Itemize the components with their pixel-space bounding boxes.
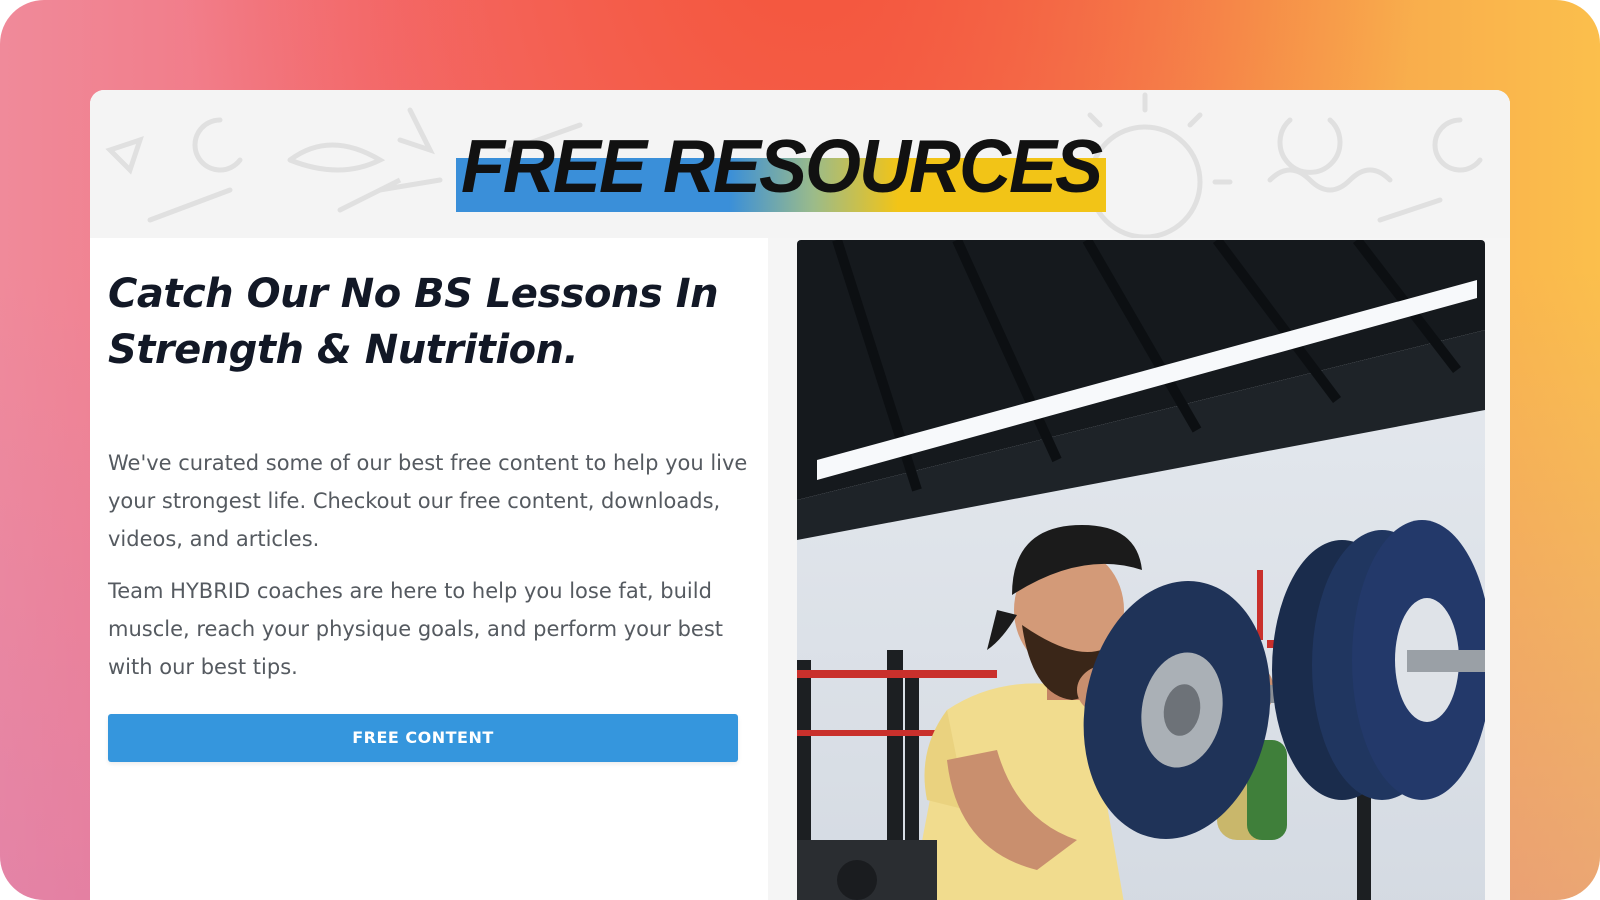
headline: Catch Our No BS Lessons In Strength & Nu… — [108, 271, 719, 373]
free-content-button[interactable]: FREE CONTENT — [108, 714, 738, 762]
athlete-photo — [797, 240, 1485, 900]
content-card: FREE RESOURCES Catch Our No BS Lessons I… — [90, 90, 1510, 900]
title-wrap: FREE RESOURCES — [456, 122, 1106, 212]
banner: FREE RESOURCES — [90, 90, 1510, 238]
intro-paragraph: We've curated some of our best free cont… — [108, 451, 748, 551]
intro-column: Catch Our No BS Lessons In Strength & Nu… — [108, 266, 748, 762]
page-title: FREE RESOURCES — [460, 125, 1103, 209]
coaches-paragraph: Team HYBRID coaches are here to help you… — [108, 579, 724, 679]
athlete-loading-barbell-photo-icon — [797, 240, 1485, 900]
